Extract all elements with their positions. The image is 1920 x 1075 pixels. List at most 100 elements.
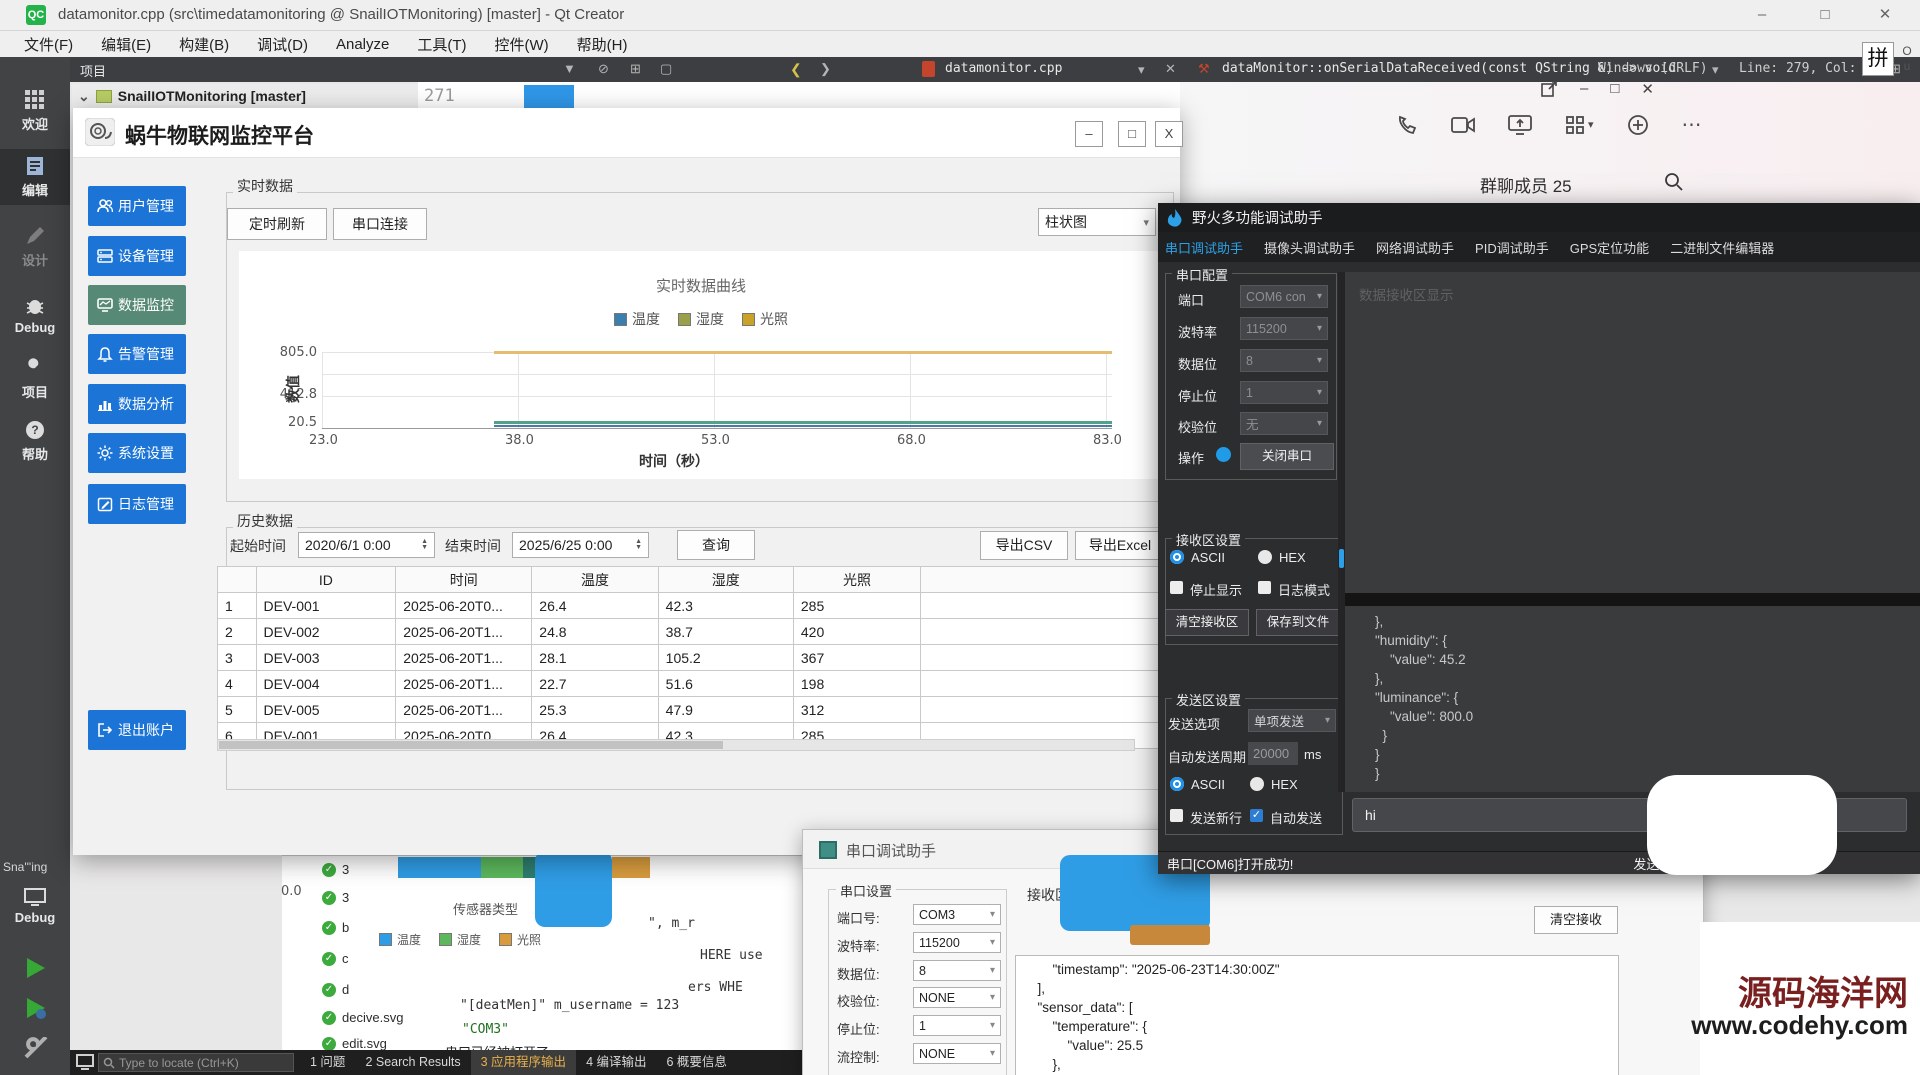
sync-icon[interactable]: ⊘ (598, 61, 609, 77)
iot-minimize-button[interactable]: – (1075, 121, 1103, 147)
tab-gps-function[interactable]: GPS定位功能 (1570, 238, 1649, 257)
chart-type-select[interactable]: 柱状图▾ (1038, 208, 1156, 236)
timed-refresh-button[interactable]: 定时刷新 (227, 208, 327, 240)
voice-call-icon[interactable] (1396, 114, 1418, 136)
qt-minimize-button[interactable]: – (1745, 4, 1779, 26)
recv-scrollbar-track[interactable] (1338, 272, 1345, 792)
menu-debug[interactable]: 调试(D) (243, 34, 322, 55)
output-item[interactable]: ✓3 (322, 862, 349, 877)
sidebar-item-devices[interactable]: 设备管理 (88, 236, 186, 276)
kit-selector-label[interactable]: Sna'''ing (3, 860, 47, 874)
stopbits-select[interactable]: 1▾ (913, 1015, 1001, 1036)
clear-receive-button[interactable]: 清空接收 (1534, 906, 1618, 934)
spinner-arrows[interactable]: ▲▼ (421, 539, 428, 551)
send-option-select[interactable]: 单项发送▾ (1248, 709, 1336, 732)
filter-icon[interactable]: ▼ (563, 61, 576, 76)
output-item[interactable]: ✓c (322, 951, 349, 966)
port-select[interactable]: COM3▾ (913, 904, 1001, 925)
mode-design[interactable]: 设计 (0, 225, 70, 269)
apps-grid-icon[interactable]: ▾ (1565, 115, 1594, 135)
flowctrl-select[interactable]: NONE▾ (913, 1043, 1001, 1064)
iot-maximize-button[interactable]: □ (1118, 121, 1146, 147)
output-item[interactable]: ✓b (322, 920, 349, 935)
fire-parity-select[interactable]: 无▾ (1240, 412, 1328, 435)
stop-display-checkbox[interactable] (1170, 581, 1183, 594)
run-button[interactable] (22, 955, 48, 986)
tab-serial-assistant[interactable]: 串口调试助手 (1165, 238, 1243, 257)
parity-select[interactable]: NONE▾ (913, 987, 1001, 1008)
chat-minimize-button[interactable]: – (1580, 80, 1588, 98)
qt-close-button[interactable]: ✕ (1868, 4, 1902, 26)
video-call-icon[interactable] (1451, 115, 1475, 135)
send-newline-checkbox[interactable] (1170, 809, 1183, 822)
sidebar-item-settings[interactable]: 系统设置 (88, 433, 186, 473)
mode-help[interactable]: ? 帮助 (0, 419, 70, 463)
menu-help[interactable]: 帮助(H) (563, 34, 642, 55)
ime-pinyin-badge[interactable]: 拼 (1862, 42, 1894, 76)
more-options-icon[interactable]: ⋯ (1682, 112, 1704, 137)
fire-databits-select[interactable]: 8▾ (1240, 349, 1328, 372)
back-icon[interactable]: ❮ (790, 61, 802, 78)
start-time-input[interactable]: 2020/6/1 0:00 ▲▼ (298, 532, 435, 558)
tab-compile-output[interactable]: 4 编译输出 (576, 1050, 656, 1075)
auto-send-checkbox[interactable]: ✓ (1250, 809, 1263, 822)
baud-select[interactable]: 115200▾ (913, 932, 1001, 953)
output-item[interactable]: ✓3 (322, 890, 349, 905)
close-file-icon[interactable]: ✕ (1165, 61, 1176, 77)
debug-target-selector[interactable]: Debug (0, 887, 70, 925)
log-mode-checkbox[interactable] (1258, 581, 1271, 594)
open-file-tab[interactable]: datamonitor.cpp (945, 61, 1062, 76)
chat-maximize-button[interactable]: □ (1610, 80, 1619, 98)
output-item[interactable]: ✓edit.svg (322, 1036, 387, 1051)
sidebar-item-users[interactable]: 用户管理 (88, 186, 186, 226)
tab-binary-editor[interactable]: 二进制文件编辑器 (1670, 238, 1774, 257)
add-icon[interactable] (1627, 114, 1649, 136)
tree-expander-icon[interactable]: ⌄ (78, 88, 90, 105)
fire-port-select[interactable]: COM6 con▾ (1240, 285, 1328, 308)
table-row[interactable]: 2DEV-0022025-06-20T1...24.838.7420 (218, 619, 1180, 645)
qt-maximize-button[interactable]: □ (1808, 4, 1842, 26)
close-serial-button[interactable]: 关闭串口 (1240, 443, 1334, 470)
send-hex-radio[interactable] (1250, 777, 1264, 791)
iot-close-button[interactable]: X (1155, 121, 1183, 147)
menu-file[interactable]: 文件(F) (10, 34, 87, 55)
databits-select[interactable]: 8▾ (913, 960, 1001, 981)
debug-run-button[interactable] (22, 995, 48, 1026)
fire-receive-area[interactable]: 数据接收区显示 }, "humidity": { "value": 45.2 }… (1345, 272, 1920, 792)
fire-stopbits-select[interactable]: 1▾ (1240, 381, 1328, 404)
clear-recv-button[interactable]: 清空接收区 (1165, 609, 1249, 636)
logout-button[interactable]: 退出账户 (88, 710, 186, 750)
spinner-arrows[interactable]: ▲▼ (635, 539, 642, 551)
tab-issues[interactable]: 1 问题 (300, 1050, 355, 1075)
sidebar-item-alarms[interactable]: 告警管理 (88, 334, 186, 374)
mode-edit[interactable]: 编辑 (0, 149, 70, 205)
table-row[interactable]: 5DEV-0052025-06-20T1...25.347.9312 (218, 697, 1180, 723)
mode-projects[interactable]: 项目 (0, 357, 70, 401)
tab-camera-assistant[interactable]: 摄像头调试助手 (1264, 238, 1355, 257)
chat-close-button[interactable]: ✕ (1641, 80, 1654, 98)
sidebar-item-logs[interactable]: 日志管理 (88, 484, 186, 524)
line-ending-selector[interactable]: Windows (CRLF) (1598, 61, 1708, 76)
tab-search-results[interactable]: 2 Search Results (355, 1050, 470, 1075)
fire-op-indicator[interactable] (1216, 447, 1231, 462)
output-item[interactable]: ✓decive.svg (322, 1010, 403, 1025)
menu-build[interactable]: 构建(B) (165, 34, 243, 55)
tab-network-assistant[interactable]: 网络调试助手 (1376, 238, 1454, 257)
export-csv-button[interactable]: 导出CSV (980, 531, 1068, 560)
table-row[interactable]: 4DEV-0042025-06-20T1...22.751.6198 (218, 671, 1180, 697)
tab-general-messages[interactable]: 6 概要信息 (657, 1050, 737, 1075)
split-add-icon[interactable]: ⊞ (630, 61, 641, 77)
chat-topmost-icon[interactable] (1540, 80, 1558, 98)
recv-scrollbar-thumb[interactable] (1339, 549, 1344, 568)
recv-hex-radio[interactable] (1258, 550, 1272, 564)
export-excel-button[interactable]: 导出Excel (1075, 531, 1165, 560)
query-button[interactable]: 查询 (677, 530, 755, 560)
tab-pid-assistant[interactable]: PID调试助手 (1475, 238, 1549, 257)
table-row[interactable]: 1DEV-0012025-06-20T0...26.442.3285 (218, 593, 1180, 619)
mode-welcome[interactable]: 欢迎 (0, 89, 70, 133)
menu-widgets[interactable]: 控件(W) (481, 34, 563, 55)
project-tree-row[interactable]: ⌄ SnailIOTMonitoring [master] (72, 84, 418, 109)
auto-period-input[interactable]: 20000 (1248, 742, 1298, 765)
file-dropdown-icon[interactable]: ▾ (1138, 62, 1145, 78)
history-table[interactable]: ID 时间 温度 湿度 光照 1DEV-0012025-06-20T0...26… (217, 566, 1180, 749)
